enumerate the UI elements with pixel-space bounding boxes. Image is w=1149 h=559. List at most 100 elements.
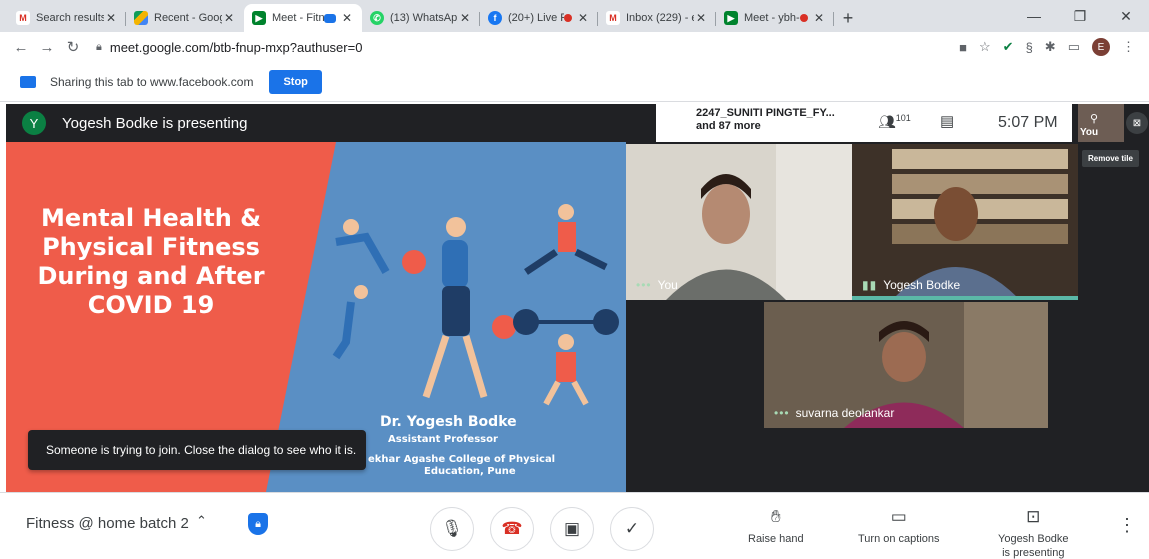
browser-tab[interactable]: ▶ Meet - ybh-pc ✕: [716, 4, 834, 32]
google-meet-icon: ▶: [252, 11, 266, 25]
participant-tile-active-speaker[interactable]: ▮▮ Yogesh Bodke: [852, 144, 1078, 300]
leave-call-button[interactable]: ☎︎: [490, 507, 534, 551]
window-controls: — ❐ ✕: [1011, 0, 1149, 32]
browser-tab[interactable]: M Inbox (229) - ekta ✕: [598, 4, 716, 32]
close-tab-icon[interactable]: ✕: [694, 11, 708, 25]
participant-video: [626, 144, 852, 300]
audio-indicator-icon: •••: [774, 406, 790, 420]
browser-tab[interactable]: Recent - Google D ✕: [126, 4, 244, 32]
participant-label: ••• You: [636, 278, 678, 292]
recording-icon: [564, 14, 572, 22]
meeting-name[interactable]: Fitness @ home batch 2: [26, 515, 189, 532]
presenting-label-line1: Yogesh Bodke: [998, 533, 1069, 545]
security-shield-icon[interactable]: 🔒︎: [248, 513, 268, 535]
recording-icon: [800, 14, 808, 22]
stop-sharing-button[interactable]: Stop: [269, 69, 322, 94]
participant-tile[interactable]: ••• suvarna deolankar: [764, 302, 1048, 428]
tab-title: Inbox (229) - ekta: [626, 12, 694, 24]
chat-icon[interactable]: ▤: [940, 112, 954, 130]
close-tab-icon[interactable]: ✕: [576, 11, 590, 25]
people-count: 101: [895, 113, 911, 123]
audio-indicator-icon: ▮▮: [862, 278, 878, 292]
people-button[interactable]: 👥︎101: [878, 113, 911, 131]
close-tab-icon[interactable]: ✕: [104, 11, 118, 25]
slide-title: Mental Health & Physical Fitness During …: [37, 204, 265, 319]
participant-name: suvarna deolankar: [795, 406, 895, 420]
extensions-area: ■ ☆ ✔ § ✱ ▭ E ⋮: [959, 38, 1135, 56]
forward-icon[interactable]: →: [34, 39, 60, 56]
participant-tile[interactable]: ••• You: [626, 144, 852, 300]
presenting-text: Yogesh Bodke is presenting: [62, 114, 248, 132]
microphone-button[interactable]: 🎙︎: [430, 507, 474, 551]
captions-label: Turn on captions: [858, 533, 940, 545]
restore-icon[interactable]: ❐: [1057, 0, 1103, 32]
lock-icon[interactable]: 🔒︎: [96, 41, 102, 54]
menu-kebab-icon[interactable]: ⋮: [1122, 39, 1135, 55]
google-drive-icon: [134, 11, 148, 25]
remove-tile-tooltip: Remove tile: [1082, 150, 1139, 167]
browser-tab[interactable]: f (20+) Live Pro ✕: [480, 4, 598, 32]
camera-icon[interactable]: ■: [959, 40, 967, 55]
raise-hand-button[interactable]: ✋︎ Raise hand: [748, 507, 804, 545]
bookmark-star-icon[interactable]: ☆: [979, 39, 991, 55]
present-button[interactable]: ✓: [610, 507, 654, 551]
browser-toolbar: ← → ↻ 🔒︎ meet.google.com/btb-fnup-mxp?au…: [0, 32, 1149, 62]
presenting-label-line2: is presenting: [1002, 547, 1065, 559]
participant-video: [852, 144, 1078, 300]
reload-icon[interactable]: ↻: [60, 38, 86, 56]
sharing-infobar: Sharing this tab to www.facebook.com Sto…: [0, 62, 1149, 102]
browser-tab[interactable]: M Search results - ek ✕: [8, 4, 126, 32]
presenter-avatar: Y: [22, 111, 46, 135]
facebook-icon: f: [488, 11, 502, 25]
new-tab-button[interactable]: +: [834, 4, 862, 32]
captions-icon: ▭: [890, 507, 907, 526]
camera-button[interactable]: ▣: [550, 507, 594, 551]
present-screen-icon: ⊡: [1026, 507, 1041, 526]
back-icon[interactable]: ←: [8, 39, 34, 56]
address-bar[interactable]: 🔒︎ meet.google.com/btb-fnup-mxp?authuser…: [96, 40, 959, 55]
cast-icon[interactable]: ▭: [1068, 39, 1080, 55]
tab-title: Search results - ek: [36, 12, 104, 24]
sharing-text: Sharing this tab to www.facebook.com: [50, 74, 254, 89]
extension-icon[interactable]: §: [1026, 40, 1033, 55]
gmail-icon: M: [606, 11, 620, 25]
self-view-thumbnail[interactable]: ⚲ You: [1078, 104, 1124, 142]
minimize-icon[interactable]: —: [1011, 0, 1057, 32]
close-window-icon[interactable]: ✕: [1103, 0, 1149, 32]
browser-tab[interactable]: ✆ (13) WhatsApp ✕: [362, 4, 480, 32]
participant-label: ▮▮ Yogesh Bodke: [862, 278, 960, 292]
join-request-toast[interactable]: Someone is trying to join. Close the dia…: [28, 430, 366, 470]
meeting-clock: 5:07 PM: [998, 114, 1058, 131]
self-label: You: [1080, 127, 1099, 138]
captions-button[interactable]: ▭ Turn on captions: [858, 507, 940, 545]
url-text: meet.google.com/btb-fnup-mxp?authuser=0: [109, 39, 363, 55]
slide-presenter-position: Assistant Professor: [388, 434, 498, 445]
close-tab-icon[interactable]: ✕: [812, 11, 826, 25]
puzzle-icon[interactable]: ✱: [1045, 39, 1056, 55]
meeting-controls-bar: Fitness @ home batch 2 ⌃ 🔒︎ 🎙︎ ☎︎ ▣ ✓ ✋︎…: [0, 492, 1149, 559]
close-tab-icon[interactable]: ✕: [340, 11, 354, 25]
browser-tab-strip: M Search results - ek ✕ Recent - Google …: [0, 0, 1149, 32]
speaking-indicator: [852, 296, 1078, 300]
slide-presenter-name: Dr. Yogesh Bodke: [380, 414, 517, 430]
more-options-icon[interactable]: ⋮: [1118, 515, 1136, 536]
participant-name: Yogesh Bodke: [883, 278, 961, 292]
tab-sharing-icon: [324, 13, 336, 23]
pin-icon[interactable]: ⚲: [1090, 112, 1098, 125]
microphone-icon: 🎙︎: [441, 519, 463, 538]
chevron-up-icon[interactable]: ⌃: [196, 513, 207, 529]
video-camera-icon: ▣: [563, 519, 581, 538]
tab-title: Meet - ybh-pc: [744, 12, 800, 24]
slide-college-line1: ekhar Agashe College of Physical: [368, 454, 556, 465]
slide-college-line2: Education, Pune: [424, 466, 516, 477]
close-tab-icon[interactable]: ✕: [458, 11, 472, 25]
checkmark-extension-icon[interactable]: ✔: [1003, 39, 1014, 55]
presenting-status-button[interactable]: ⊡ Yogesh Bodke is presenting: [998, 507, 1069, 559]
close-tab-icon[interactable]: ✕: [222, 11, 236, 25]
profile-avatar[interactable]: E: [1092, 38, 1110, 56]
whatsapp-icon: ✆: [370, 11, 384, 25]
participants-preview: 2247_SUNITI PINGTE_FY...: [696, 107, 835, 119]
tab-title: (13) WhatsApp: [390, 12, 458, 24]
browser-tab-active[interactable]: ▶ Meet - Fitness ✕: [244, 4, 362, 32]
unpin-icon[interactable]: ⊠: [1126, 112, 1148, 134]
